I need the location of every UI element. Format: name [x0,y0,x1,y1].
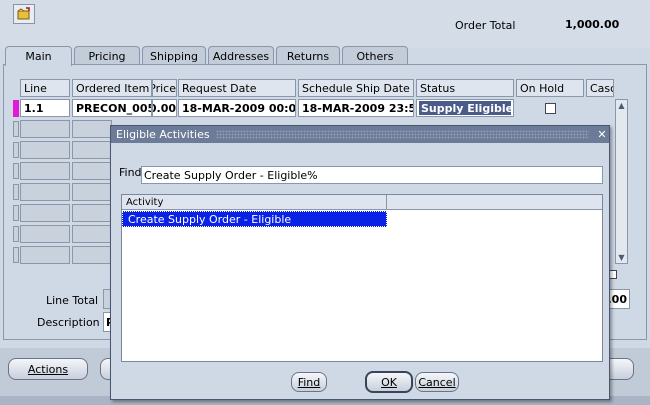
order-total-value: 1,000.00 [565,18,620,31]
empty-cell[interactable] [72,141,112,159]
col-line[interactable]: Line [20,79,70,97]
col-casc[interactable]: Casc [586,79,614,97]
tab-main[interactable]: Main [5,46,72,66]
description-label: Description [37,316,100,329]
cancel-button[interactable]: Cancel [415,372,459,392]
cell-line[interactable]: 1.1 [20,99,70,117]
row-indicator[interactable] [13,184,19,200]
scroll-up-icon[interactable]: ▲ [616,100,627,111]
activity-list[interactable]: Activity Create Supply Order - Eligible [121,194,603,362]
folder-open-icon [17,7,30,20]
col-schedule-ship-date[interactable]: Schedule Ship Date [298,79,414,97]
col-price-label: Price [153,81,176,95]
cell-price-value: 0.00 [153,101,176,115]
current-record-indicator[interactable] [13,100,19,117]
empty-cell[interactable] [20,120,70,138]
on-hold-checkbox[interactable] [544,102,556,114]
find-input[interactable]: Create Supply Order - Eligible% [141,166,603,184]
tab-returns[interactable]: Returns [276,46,340,65]
empty-cell[interactable] [72,162,112,180]
empty-cell[interactable] [72,183,112,201]
status-badge: Supply Eligible [419,101,514,115]
ok-button[interactable]: OK [365,371,413,393]
list-header: Activity [122,195,602,210]
cell-on-hold [516,99,584,117]
find-button[interactable]: Find [291,372,327,392]
scroll-down-icon[interactable]: ▼ [616,252,627,263]
col-on-hold[interactable]: On Hold [516,79,584,97]
eligible-activities-dialog: Eligible Activities ✕ Find Create Supply… [110,125,610,400]
row-indicator[interactable] [13,142,19,158]
col-status[interactable]: Status [416,79,514,97]
row-indicator[interactable] [13,163,19,179]
empty-cell[interactable] [72,225,112,243]
row-indicator[interactable] [13,226,19,242]
cell-ordered-item[interactable]: PRECON_005 [72,99,152,117]
empty-cell[interactable] [20,225,70,243]
toolbar-open-button[interactable] [13,4,35,24]
dialog-title: Eligible Activities [116,128,210,141]
col-ordered-item[interactable]: Ordered Item [72,79,152,97]
line-total-label: Line Total [46,294,99,307]
ok-button-label: OK [381,375,397,389]
row-indicator[interactable] [13,205,19,221]
row-indicator[interactable] [13,121,19,137]
empty-cell[interactable] [20,183,70,201]
order-total-label: Order Total [455,19,516,32]
cell-price[interactable]: 0.00 [152,99,177,117]
row-indicator[interactable] [13,247,19,263]
tab-others[interactable]: Others [342,46,408,65]
tab-pricing[interactable]: Pricing [74,46,140,65]
empty-cell[interactable] [72,120,112,138]
tab-addresses[interactable]: Addresses [208,46,274,65]
cell-schedule-ship-date[interactable]: 18-MAR-2009 23:59:00 [298,99,414,117]
close-icon[interactable]: ✕ [595,128,609,141]
empty-cell[interactable] [72,246,112,264]
cell-request-date[interactable]: 18-MAR-2009 00:00:00 [178,99,296,117]
col-request-date[interactable]: Request Date [178,79,296,97]
col-price[interactable]: Price [152,79,177,97]
empty-cell[interactable] [20,246,70,264]
cancel-button-label: Cancel [418,375,456,389]
title-pattern [215,130,589,139]
actions-button[interactable]: Actions [8,358,88,380]
empty-cell[interactable] [20,162,70,180]
list-item[interactable]: Create Supply Order - Eligible [122,211,387,227]
activity-column-header[interactable]: Activity [122,195,387,210]
tab-shipping[interactable]: Shipping [142,46,206,65]
dialog-title-bar[interactable]: Eligible Activities ✕ [111,126,609,143]
empty-cell[interactable] [72,204,112,222]
empty-cell[interactable] [20,141,70,159]
lines-scrollbar[interactable]: ▲ ▼ [615,99,628,264]
actions-button-label: Actions [27,362,69,376]
empty-cell[interactable] [20,204,70,222]
order-header [0,0,650,48]
cell-status[interactable]: Supply Eligible [416,99,514,117]
find-button-label: Find [297,375,321,389]
find-label: Find [119,166,142,179]
